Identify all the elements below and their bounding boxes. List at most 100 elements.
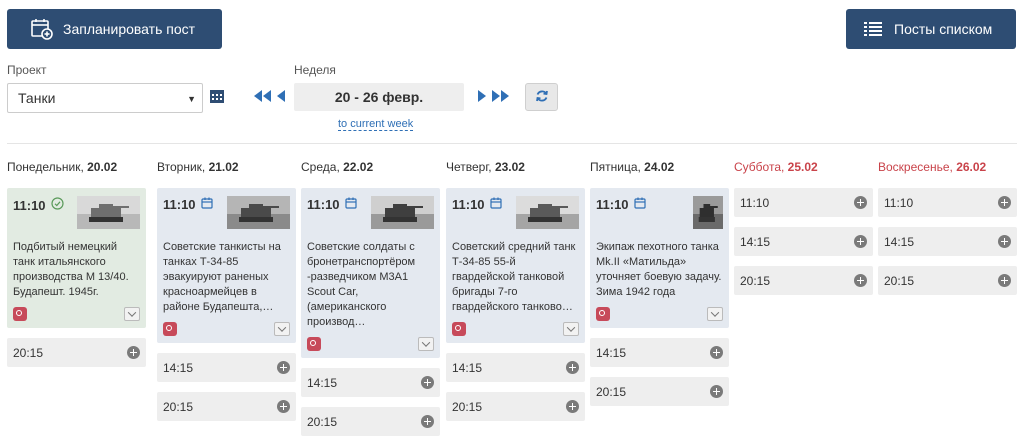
schedule-post-button[interactable]: Запланировать пост [7, 9, 222, 49]
day-column: Воскресенье, 26.02 11:10 14:15 20:15 [878, 160, 1024, 295]
next-week-button[interactable] [478, 90, 509, 102]
schedule-post-label: Запланировать пост [63, 21, 196, 37]
time-slot[interactable]: 14:15 [157, 353, 296, 382]
time-slot-label: 20:15 [596, 384, 627, 399]
calendar-icon [633, 197, 646, 212]
day-weekday: Среда [301, 160, 337, 174]
day-column: Понедельник, 20.02 11:10 Подбитый немецк… [7, 160, 153, 367]
add-post-icon[interactable] [854, 274, 867, 287]
caret-down-icon: ▼ [187, 94, 196, 104]
add-post-icon[interactable] [277, 400, 290, 413]
add-post-icon[interactable] [998, 274, 1011, 287]
add-post-icon[interactable] [566, 400, 579, 413]
add-post-icon[interactable] [127, 346, 140, 359]
post-thumbnail[interactable] [516, 196, 579, 229]
add-post-icon[interactable] [710, 385, 723, 398]
expand-post-button[interactable] [274, 322, 290, 336]
add-post-icon[interactable] [277, 361, 290, 374]
post-thumbnail[interactable] [693, 196, 723, 229]
time-slot-label: 14:15 [884, 234, 915, 249]
double-left-icon [254, 90, 262, 102]
post-thumbnail[interactable] [371, 196, 434, 229]
day-date: 25.02 [787, 160, 818, 174]
day-column: Вторник, 21.02 11:10 Советские танкисты … [157, 160, 303, 421]
time-slot[interactable]: 20:15 [446, 392, 585, 421]
time-slot[interactable]: 20:15 [157, 392, 296, 421]
to-current-week-link[interactable]: to current week [338, 118, 414, 131]
time-slot[interactable]: 14:15 [590, 338, 729, 367]
post-header: 11:10 [13, 196, 140, 236]
add-post-icon[interactable] [854, 235, 867, 248]
day-weekday: Вторник [157, 160, 202, 174]
time-slot[interactable]: 20:15 [734, 266, 873, 295]
post-thumbnail[interactable] [77, 196, 140, 229]
post-time: 11:10 [596, 197, 646, 212]
calendar-icon [200, 197, 213, 212]
day-column: Пятница, 24.02 11:10 Экипаж пехотного та… [590, 160, 736, 406]
time-slot-label: 14:15 [596, 345, 627, 360]
time-slot[interactable]: 20:15 [878, 266, 1017, 295]
day-header: Среда, 22.02 [301, 160, 374, 174]
refresh-button[interactable] [525, 83, 558, 111]
time-slot[interactable]: 11:10 [878, 188, 1017, 217]
prev-week-button[interactable] [254, 90, 285, 102]
day-date: 22.02 [343, 160, 374, 174]
add-post-icon[interactable] [566, 361, 579, 374]
instagram-icon [163, 322, 177, 336]
time-slot-label: 20:15 [452, 399, 483, 414]
calendar-icon [344, 197, 357, 212]
day-column: Среда, 22.02 11:10 Советские солдаты с б… [301, 160, 447, 436]
post-header: 11:10 [596, 196, 723, 236]
add-post-icon[interactable] [998, 235, 1011, 248]
day-header: Четверг, 23.02 [446, 160, 525, 174]
add-post-icon[interactable] [421, 376, 434, 389]
calendar-add-icon [29, 16, 55, 42]
time-slot[interactable]: 14:15 [446, 353, 585, 382]
post-footer [163, 321, 290, 337]
post-card[interactable]: 11:10 Подбитый немецкий танк итальянског… [7, 188, 146, 328]
add-post-icon[interactable] [421, 415, 434, 428]
time-slot[interactable]: 20:15 [301, 407, 440, 436]
time-slot[interactable]: 14:15 [301, 368, 440, 397]
project-select[interactable]: Танки ▼ [7, 83, 203, 113]
day-date: 20.02 [87, 160, 118, 174]
post-thumbnail[interactable] [227, 196, 290, 229]
day-header: Понедельник, 20.02 [7, 160, 118, 174]
post-card[interactable]: 11:10 Советский средний танк Т-34-85 55-… [446, 188, 585, 343]
post-header: 11:10 [163, 196, 290, 236]
post-time: 11:10 [452, 197, 502, 212]
expand-post-button[interactable] [707, 307, 723, 321]
time-slot-label: 14:15 [307, 375, 338, 390]
post-footer [452, 321, 579, 337]
expand-post-button[interactable] [418, 337, 434, 351]
calendar-icon[interactable] [209, 88, 225, 104]
post-text: Советские солдаты с бронетранспортёром -… [307, 241, 416, 328]
add-post-icon[interactable] [998, 196, 1011, 209]
add-post-icon[interactable] [854, 196, 867, 209]
day-header: Воскресенье, 26.02 [878, 160, 987, 174]
instagram-icon [13, 307, 27, 321]
day-header: Вторник, 21.02 [157, 160, 239, 174]
post-card[interactable]: 11:10 Экипаж пехотного танка Mk.II «Мати… [590, 188, 729, 328]
day-column: Четверг, 23.02 11:10 Советский средний т… [446, 160, 592, 421]
time-slot[interactable]: 11:10 [734, 188, 873, 217]
expand-post-button[interactable] [124, 307, 140, 321]
time-slot[interactable]: 14:15 [734, 227, 873, 256]
expand-post-button[interactable] [563, 322, 579, 336]
post-card[interactable]: 11:10 Советские солдаты с бронетранспорт… [301, 188, 440, 358]
time-slot-label: 20:15 [740, 273, 771, 288]
post-time: 11:10 [307, 197, 357, 212]
right-arrow-icon [478, 90, 486, 102]
week-range-display[interactable]: 20 - 26 февр. [294, 83, 464, 111]
time-slot[interactable]: 20:15 [7, 338, 146, 367]
time-slot[interactable]: 20:15 [590, 377, 729, 406]
post-text: Советский средний танк Т-34-85 55-й гвар… [452, 241, 576, 313]
post-card[interactable]: 11:10 Советские танкисты на танках Т-34-… [157, 188, 296, 343]
week-label: Неделя [294, 63, 336, 77]
post-footer [13, 306, 140, 322]
day-date: 23.02 [494, 160, 525, 174]
posts-list-button[interactable]: Посты списком [846, 9, 1016, 49]
add-post-icon[interactable] [710, 346, 723, 359]
day-date: 26.02 [956, 160, 987, 174]
time-slot[interactable]: 14:15 [878, 227, 1017, 256]
